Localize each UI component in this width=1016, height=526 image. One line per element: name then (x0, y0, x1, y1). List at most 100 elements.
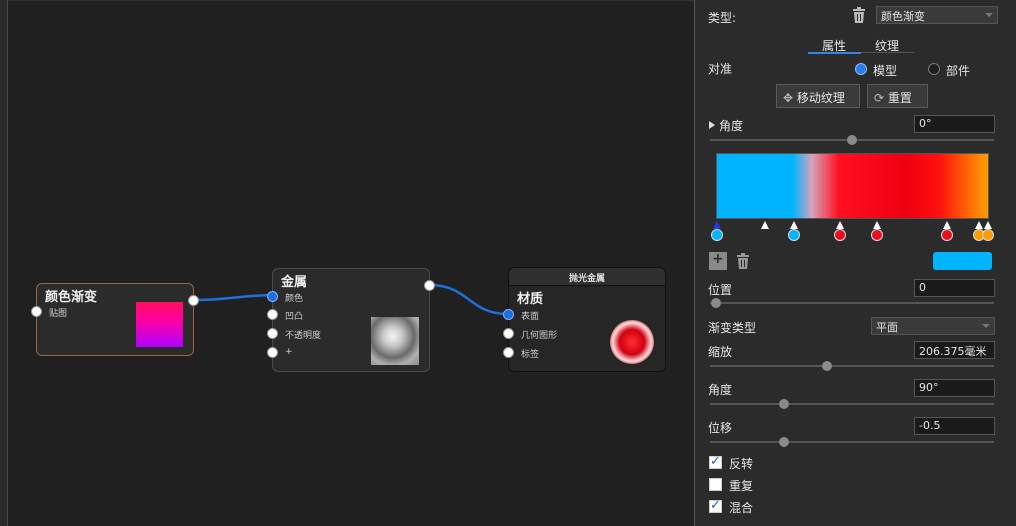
radio-part-label[interactable]: 部件 (946, 62, 970, 79)
node-title: 金属 (281, 275, 308, 290)
metal-preview-thumbnail (371, 317, 419, 365)
checkmark-icon: ✓ (710, 454, 721, 469)
gradient-preview-thumbnail (136, 302, 183, 347)
port-label-geometry: 几何图形 (521, 331, 558, 341)
scale-label: 缩放 (708, 345, 733, 359)
port-label-surface: 表面 (521, 312, 540, 322)
angle2-label: 角度 (708, 383, 733, 397)
checkbox-blend[interactable]: ✓ (709, 498, 722, 513)
active-stop-color-swatch[interactable] (933, 252, 992, 270)
node-graph-canvas[interactable]: 颜色渐变 贴图 金属 颜色 凹凸 不透明度 + 抛光金属 材质 表面 几何图形 … (0, 0, 694, 526)
angle2-input[interactable]: 90° (914, 379, 995, 397)
reset-button[interactable]: ⟳ 重置 (867, 84, 928, 108)
scale-slider-track[interactable] (710, 365, 994, 367)
stop-color-dot (871, 229, 883, 241)
checkbox-reverse[interactable]: ✓ (709, 454, 722, 469)
input-port-color[interactable] (267, 291, 278, 302)
stop-color-dot (834, 229, 846, 241)
move-texture-icon: ✥ (783, 91, 794, 105)
radio-model-label[interactable]: 模型 (873, 62, 897, 79)
scale-slider-knob[interactable] (822, 361, 832, 371)
node-header-label: 抛光金属 (568, 274, 605, 284)
tab-active-indicator (808, 52, 861, 54)
port-label-opacity: 不透明度 (285, 331, 322, 341)
input-port-surface[interactable] (503, 309, 514, 320)
move-texture-button[interactable]: ✥ 移动纹理 (776, 84, 860, 108)
reset-label: 重置 (887, 91, 912, 105)
delete-stop-trash-icon[interactable] (735, 252, 751, 270)
input-port-label[interactable] (503, 347, 514, 358)
stop-color-dot (941, 229, 953, 241)
stop-color-dot (788, 229, 800, 241)
stop-marker (943, 221, 951, 229)
wire-gradient-to-metal[interactable] (192, 293, 273, 302)
angle2-slider-track[interactable] (710, 403, 994, 405)
checkbox-repeat[interactable] (709, 478, 722, 491)
stop-marker (873, 221, 881, 229)
radio-part[interactable] (928, 63, 940, 75)
stop-marker (975, 221, 983, 229)
offset-slider-knob[interactable] (779, 437, 789, 447)
type-label: 类型: (708, 11, 737, 25)
expand-triangle-icon[interactable] (709, 121, 715, 129)
input-port-add[interactable] (267, 347, 278, 358)
trash-icon[interactable] (851, 6, 867, 24)
port-label-tag: 标签 (521, 350, 540, 360)
input-port-map[interactable] (31, 306, 42, 317)
position-slider-knob[interactable] (711, 298, 721, 308)
type-select-value: 颜色渐变 (881, 10, 925, 23)
gradient-type-label: 渐变类型 (708, 321, 757, 335)
offset-input[interactable]: -0.5 (914, 417, 995, 435)
node-header: 抛光金属 (509, 268, 665, 286)
node-metal[interactable]: 金属 颜色 凹凸 不透明度 + (267, 268, 435, 372)
radio-model[interactable] (855, 63, 867, 75)
checkbox-repeat-label[interactable]: 重复 (729, 477, 753, 494)
stop-marker (790, 221, 798, 229)
checkbox-blend-label[interactable]: 混合 (729, 499, 753, 516)
angle-input[interactable]: 0° (914, 115, 995, 133)
position-label: 位置 (708, 283, 733, 297)
node-color-gradient[interactable]: 颜色渐变 贴图 (31, 283, 199, 356)
node-title: 材质 (517, 292, 544, 307)
position-slider-track[interactable] (710, 302, 994, 304)
scale-input[interactable]: 206.375毫米 (914, 341, 995, 359)
checkmark-icon: ✓ (710, 498, 721, 513)
gradient-ramp[interactable] (716, 153, 989, 219)
angle-slider-knob[interactable] (847, 135, 857, 145)
midpoint-marker (761, 221, 769, 229)
angle2-slider-knob[interactable] (779, 399, 789, 409)
input-port-bump[interactable] (267, 309, 278, 320)
node-material[interactable]: 抛光金属 材质 表面 几何图形 标签 (503, 267, 666, 372)
add-stop-icon[interactable]: + (709, 251, 727, 270)
material-preview-sphere (610, 320, 654, 364)
gradient-type-select[interactable]: 平面 (871, 317, 995, 335)
stop-color-dot (982, 229, 994, 241)
output-port[interactable] (424, 280, 435, 291)
stop-color-dot (711, 229, 723, 241)
offset-slider-track[interactable] (710, 441, 994, 443)
gradient-type-value: 平面 (876, 321, 898, 334)
input-port-opacity[interactable] (267, 328, 278, 339)
stop-marker (836, 221, 844, 229)
port-label-bump: 凹凸 (285, 312, 304, 322)
port-label-map: 贴图 (49, 309, 68, 319)
properties-panel: 类型: 颜色渐变 属性 纹理 对准 模型 部件 ✥ 移动纹理 ⟳ 重置 角度 0… (694, 0, 1016, 526)
wire-metal-to-material[interactable] (428, 283, 509, 316)
chevron-down-icon (982, 324, 990, 328)
plus-glyph: + (712, 251, 724, 267)
wires-layer (192, 283, 509, 316)
move-texture-label: 移动纹理 (796, 91, 845, 105)
align-label: 对准 (708, 62, 733, 76)
position-input[interactable]: 0 (914, 279, 995, 297)
input-port-geometry[interactable] (503, 328, 514, 339)
chevron-down-icon (985, 13, 993, 17)
checkbox-reverse-label[interactable]: 反转 (729, 455, 753, 472)
angle-label: 角度 (719, 119, 744, 133)
stop-marker (713, 221, 721, 229)
offset-label: 位移 (708, 421, 733, 435)
output-port[interactable] (188, 295, 199, 306)
node-title: 颜色渐变 (45, 290, 98, 305)
tab-underline (861, 52, 914, 53)
type-select[interactable]: 颜色渐变 (876, 6, 998, 24)
port-label-color: 颜色 (285, 294, 304, 304)
